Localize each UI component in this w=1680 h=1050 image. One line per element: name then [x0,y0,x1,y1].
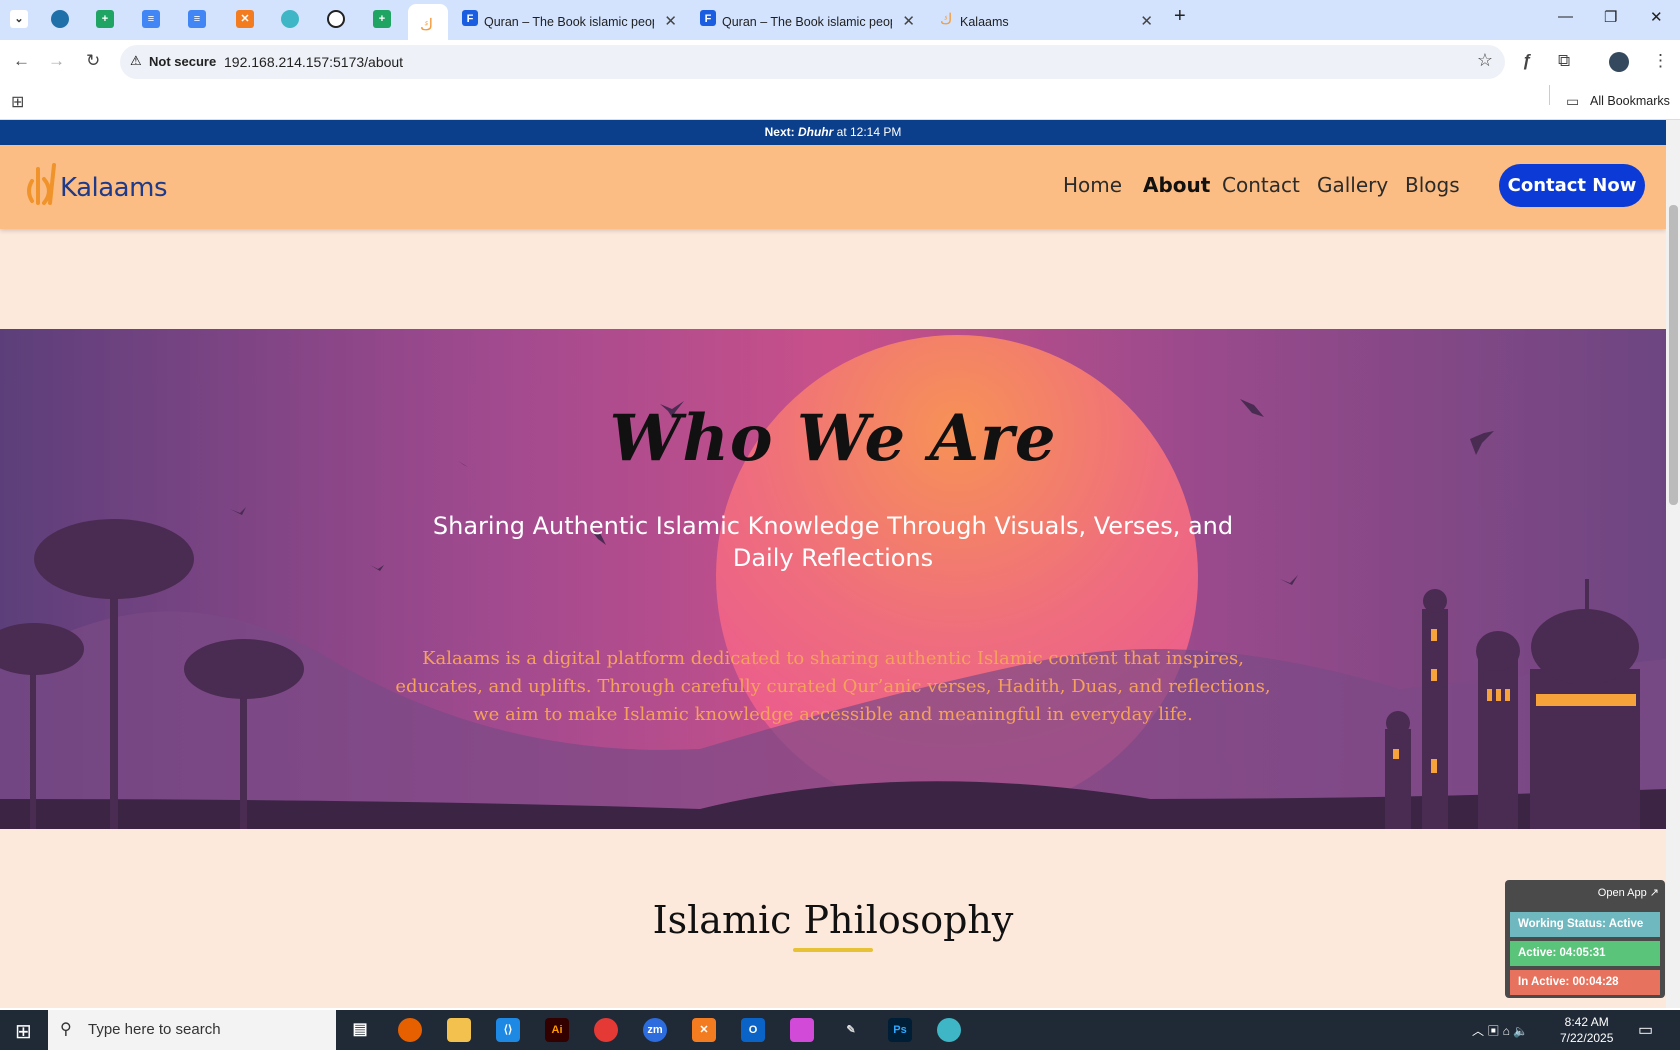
page-favicon-icon: F [700,10,716,26]
clock-date: 7/22/2025 [1560,1031,1614,1045]
url-text[interactable]: 192.168.214.157:5173/about [224,54,403,70]
tab-kalaams[interactable]: ك Kalaams ✕ [928,4,1163,40]
apps-grid-icon[interactable]: ⊞ [11,92,24,112]
page-favicon-icon: F [462,10,478,26]
kalaams-favicon-icon: ك [420,17,434,34]
tab-title: Quran – The Book islamic peopl [484,15,654,29]
hero-subtitle: Sharing Authentic Islamic Knowledge Thro… [432,512,1234,572]
search-icon: ⚲ [60,1021,72,1038]
taskbar: ⊞ ⚲ Type here to search ▤ ⟨⟩ Ai zm ✕ O ✎… [0,1010,1680,1050]
illustrator-icon[interactable]: Ai [545,1018,569,1042]
forward-icon[interactable]: → [48,51,65,71]
pinned-tab-docs-icon[interactable]: ≡ [188,10,206,28]
pinned-tab-sheets-icon[interactable]: + [96,10,114,28]
windows-start-icon[interactable]: ⊞ [15,1019,32,1044]
app-icon[interactable] [937,1018,961,1042]
creative-cloud-icon[interactable] [790,1018,814,1042]
vscode-icon[interactable]: ⟨⟩ [496,1018,520,1042]
hero-section: Who We Are Sharing Authentic Islamic Kno… [0,329,1666,829]
pinned-tab-docs-icon[interactable]: ≡ [142,10,160,28]
prayer-bar: Next: Dhuhr at 12:14 PM [0,120,1666,145]
pinned-tab-icon[interactable] [51,10,69,28]
omnibox[interactable]: ⚠ Not secure 192.168.214.157:5173/about … [120,45,1505,79]
pinned-tab-chatgpt-icon[interactable] [327,10,345,28]
tab-search-icon[interactable]: ⌄ [10,10,28,28]
photoshop-icon[interactable]: Ps [888,1018,912,1042]
prayer-prefix: Next: [764,125,795,139]
tab-title: Quran – The Book islamic peopl [722,15,892,29]
kalaams-favicon-icon: ك [940,11,953,28]
contact-now-button[interactable]: Contact Now [1499,164,1645,207]
task-view-icon[interactable]: ▤ [348,1018,372,1042]
address-toolbar: ← → ↻ ⚠ Not secure 192.168.214.157:5173/… [0,40,1680,84]
status-widget: Open App ↗ Working Status: Active Active… [1505,880,1665,998]
extensions-puzzle-icon[interactable]: ⧉ [1558,51,1570,71]
hero-title: Who We Are [609,401,1057,476]
scrollbar-thumb[interactable] [1669,205,1678,505]
clock-time: 8:42 AM [1564,1015,1609,1029]
security-chip[interactable]: Not secure [149,54,216,69]
tab-title: Kalaams [960,15,1009,29]
hero-description: Kalaams is a digital platform dedicated … [395,648,1271,725]
outlook-icon[interactable]: O [741,1018,765,1042]
section-title: Islamic Philosophy [652,898,1014,942]
site-header: Kalaams Home About Contact Gallery Blogs… [0,145,1666,229]
scrollbar[interactable] [1666,120,1680,1008]
pinned-tab-icon[interactable] [281,10,299,28]
working-status: Working Status: Active [1510,912,1660,937]
tray-icons[interactable]: ︿ ▣ ⌂ 🔈 [1472,1022,1528,1039]
chrome-icon[interactable] [594,1018,618,1042]
page-viewport: Next: Dhuhr at 12:14 PM Kalaams Home Abo… [0,120,1666,1008]
notifications-icon[interactable]: ▭ [1638,1020,1653,1040]
tab-strip: ⌄ + ≡ ≡ ✕ + ك F Quran – The Book islamic… [0,0,1680,40]
logo-mark-icon [27,163,56,205]
nav-about[interactable]: About [1143,173,1210,197]
nav-blogs[interactable]: Blogs [1405,173,1460,197]
nav-contact[interactable]: Contact [1222,173,1300,197]
star-icon[interactable]: ☆ [1477,50,1493,71]
taskbar-search[interactable]: ⚲ Type here to search [48,1010,336,1050]
section-underline [793,948,873,952]
close-icon[interactable]: ✕ [664,6,677,38]
profile-avatar[interactable] [1609,52,1629,72]
all-bookmarks-link[interactable]: All Bookmarks [1590,94,1670,108]
bookmarks-bar: ⊞ ▭ All Bookmarks [0,84,1680,120]
nav-gallery[interactable]: Gallery [1317,173,1388,197]
clock[interactable]: 8:42 AM 7/22/2025 [1560,1014,1613,1046]
close-icon[interactable]: ✕ [902,6,915,38]
extension-icon[interactable]: ƒ [1522,51,1531,71]
tab-quran-1[interactable]: F Quran – The Book islamic peopl ✕ [452,4,687,40]
nav-home[interactable]: Home [1063,173,1122,197]
prayer-time: at 12:14 PM [836,125,902,139]
firefox-icon[interactable] [398,1018,422,1042]
restore-icon[interactable]: ❐ [1604,8,1617,26]
xampp-icon[interactable]: ✕ [692,1018,716,1042]
menu-kebab-icon[interactable]: ⋮ [1652,51,1669,71]
prayer-name: Dhuhr [797,125,834,139]
pinned-tab-kalaams[interactable]: ك [408,4,448,40]
minimize-icon[interactable]: — [1558,8,1573,25]
close-icon[interactable]: ✕ [1140,6,1153,38]
brand-name: Kalaams [60,173,168,203]
active-timer: Active: 04:05:31 [1510,941,1660,966]
tab-quran-2[interactable]: F Quran – The Book islamic peopl ✕ [690,4,925,40]
close-window-icon[interactable]: ✕ [1650,8,1663,26]
file-explorer-icon[interactable] [447,1018,471,1042]
pinned-tab-xampp-icon[interactable]: ✕ [236,10,254,28]
pen-tool-icon[interactable]: ✎ [839,1018,863,1042]
pinned-tab-sheets-icon[interactable]: + [373,10,391,28]
back-icon[interactable]: ← [13,51,30,71]
new-tab-button[interactable]: + [1174,5,1186,28]
warning-icon: ⚠ [130,53,142,68]
inactive-timer: In Active: 00:04:28 [1510,970,1660,995]
folder-icon: ▭ [1566,93,1580,109]
reload-icon[interactable]: ↻ [86,51,100,71]
search-placeholder: Type here to search [88,1021,221,1038]
open-app-button[interactable]: Open App ↗ [1598,886,1659,899]
zoom-icon[interactable]: zm [643,1018,667,1042]
